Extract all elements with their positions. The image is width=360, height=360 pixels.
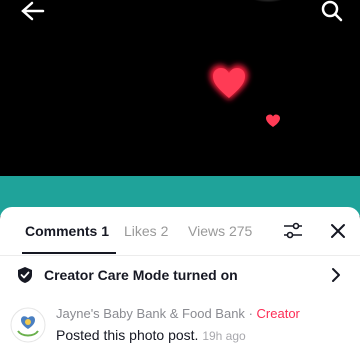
comment-time: 19h ago <box>202 329 246 343</box>
shield-icon <box>18 267 32 283</box>
search-icon[interactable] <box>318 0 346 22</box>
creator-badge: Creator <box>256 306 300 321</box>
chevron-right-icon <box>332 268 340 282</box>
creator-care-row[interactable]: Creator Care Mode turned on <box>0 259 360 289</box>
comment-author[interactable]: Jayne's Baby Bank & Food Bank <box>56 306 245 321</box>
tab-likes[interactable]: Likes 2 <box>124 221 168 241</box>
comment-text: Posted this photo post. <box>56 327 199 343</box>
back-arrow-icon[interactable] <box>18 0 46 22</box>
active-tab-underline <box>22 252 116 254</box>
close-icon[interactable] <box>328 221 348 241</box>
comment-author-line: Jayne's Baby Bank & Food Bank · Creator <box>56 305 300 323</box>
video-topbar <box>0 0 360 30</box>
heart-icon <box>210 65 248 100</box>
comments-sheet: Comments 1 Likes 2 Views 275 Creator Car… <box>0 207 360 360</box>
tabs-divider <box>0 255 360 256</box>
comments-tabs: Comments 1 Likes 2 Views 275 <box>0 221 360 245</box>
author-separator: · <box>248 306 253 321</box>
tab-views[interactable]: Views 275 <box>188 221 252 241</box>
filter-icon[interactable] <box>282 221 304 241</box>
avatar[interactable] <box>10 307 46 343</box>
comment-body: Posted this photo post. 19h ago <box>56 325 246 346</box>
creator-care-label: Creator Care Mode turned on <box>44 267 238 283</box>
comment-item: Jayne's Baby Bank & Food Bank · Creator … <box>0 303 360 353</box>
tab-comments[interactable]: Comments 1 <box>25 221 109 241</box>
light-glow-icon <box>246 0 288 12</box>
small-heart-icon <box>266 114 280 127</box>
